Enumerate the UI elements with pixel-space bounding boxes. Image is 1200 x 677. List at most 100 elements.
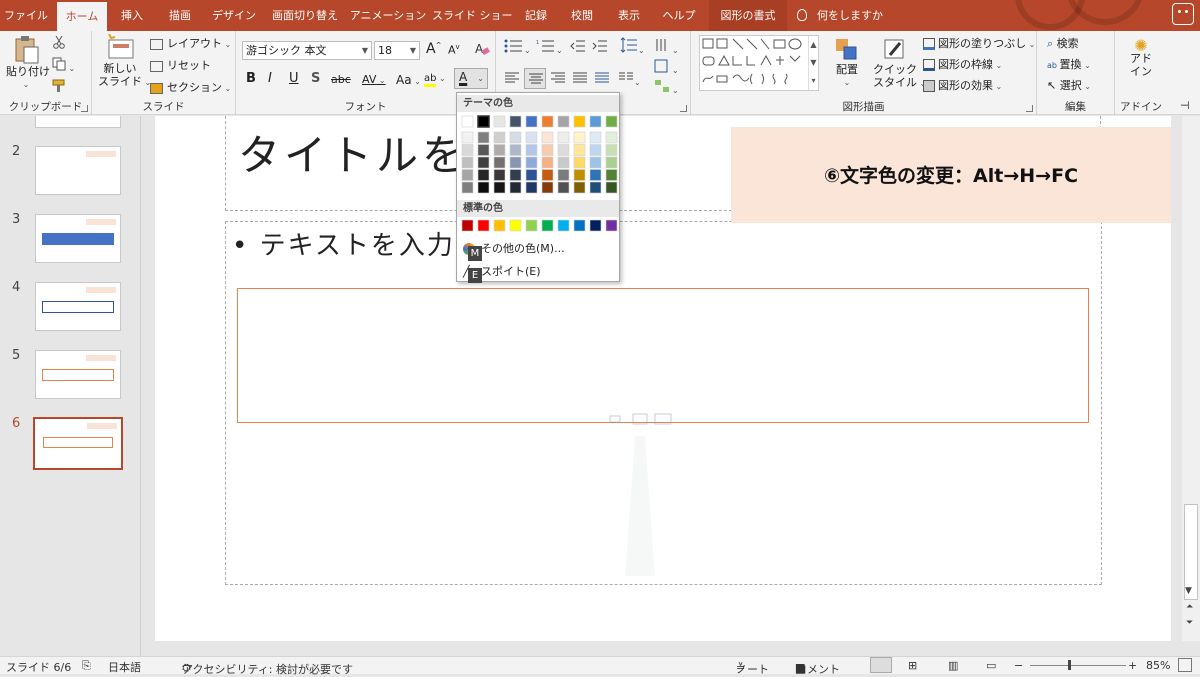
copy-icon[interactable]: ⌄ [52,57,75,74]
theme-shade-swatch[interactable] [557,181,570,194]
standard-color-swatch[interactable] [493,219,506,232]
zoom-out-button[interactable]: − [1014,659,1023,672]
shrink-font-button[interactable]: Av [448,43,460,57]
theme-shade-swatch[interactable] [589,181,602,194]
spellcheck-icon[interactable]: ⎘ [82,659,91,673]
theme-color-swatch[interactable] [589,115,602,128]
drawing-launcher[interactable] [1026,105,1033,112]
shape-outline-button[interactable]: 図形の枠線 ⌄ [923,56,1002,72]
tell-me-box[interactable]: 何をしますか [797,0,883,31]
clear-formatting-icon[interactable]: A [474,41,490,60]
paragraph-launcher[interactable] [680,105,687,112]
slide-thumbnail-1[interactable] [35,116,121,128]
theme-shade-swatch[interactable] [605,181,618,194]
zoom-in-button[interactable]: + [1128,659,1137,672]
new-slide-button[interactable]: 新しい スライド ⌄ [98,34,151,89]
tab-transitions[interactable]: 画面切り替え [266,0,344,31]
slide-thumbnail-3[interactable] [35,214,121,263]
bold-button[interactable]: B [246,71,256,86]
cut-icon[interactable] [52,35,66,52]
shape-effects-button[interactable]: 図形の効果 ⌄ [923,77,1002,93]
tab-design[interactable]: デザイン [205,0,263,31]
arrange-button[interactable]: 配置 ⌄ [829,37,865,89]
format-painter-icon[interactable] [52,79,66,96]
reset-button[interactable]: リセット [150,57,211,73]
theme-shade-swatch[interactable] [605,156,618,169]
section-button[interactable]: セクション ⌄ [150,79,231,95]
addins-button[interactable]: ✺ アド イン [1123,38,1159,79]
standard-color-swatch[interactable] [541,219,554,232]
theme-color-swatch[interactable] [573,115,586,128]
gallery-scroll[interactable]: ▲ ▼ ▾ [808,36,818,90]
theme-color-swatch[interactable] [557,115,570,128]
theme-shade-swatch[interactable] [573,181,586,194]
theme-shade-swatch[interactable] [493,131,506,144]
theme-shade-swatch[interactable] [509,131,522,144]
tab-view[interactable]: 表示 [607,0,651,31]
font-size-select[interactable]: 18 ▼ [374,41,420,60]
font-name-select[interactable]: 游ゴシック 本文 ▼ [242,41,372,60]
tab-file[interactable]: ファイル [0,0,52,31]
smiley-feedback-icon[interactable] [1172,3,1194,25]
theme-shade-swatch[interactable] [477,156,490,169]
align-left-icon[interactable] [504,71,520,88]
slide-sorter-icon[interactable]: ⊞ [908,659,917,672]
theme-shade-swatch[interactable] [477,144,490,156]
theme-shade-swatch[interactable] [477,131,490,144]
theme-shade-swatch[interactable] [461,156,474,169]
theme-shade-swatch[interactable] [573,144,586,156]
distributed-icon[interactable] [594,71,610,88]
select-button[interactable]: ↖ 選択 ⌄ [1047,77,1091,93]
theme-shade-swatch[interactable] [589,144,602,156]
line-spacing-icon[interactable]: ⌄ [620,37,645,56]
standard-color-swatch[interactable] [605,219,618,232]
slide-thumbnail-6[interactable] [33,417,123,470]
smartart-icon[interactable]: ⌄ [654,79,679,96]
theme-color-swatch[interactable] [525,115,538,128]
theme-shade-swatch[interactable] [589,169,602,181]
theme-shade-swatch[interactable] [461,144,474,156]
theme-shade-swatch[interactable] [509,144,522,156]
theme-shade-swatch[interactable] [461,181,474,194]
standard-color-swatch[interactable] [477,219,490,232]
theme-shade-swatch[interactable] [541,131,554,144]
standard-color-swatch[interactable] [509,219,522,232]
theme-shade-swatch[interactable] [509,181,522,194]
theme-shade-swatch[interactable] [557,144,570,156]
theme-shade-swatch[interactable] [525,156,538,169]
tab-help[interactable]: ヘルプ [654,0,704,31]
underline-button[interactable]: U [289,71,299,86]
theme-shade-swatch[interactable] [557,169,570,181]
shape-fill-button[interactable]: 図形の塗りつぶし ⌄ [923,35,1035,51]
align-text-icon[interactable]: ⌄ [654,59,679,76]
replace-button[interactable]: ab 置換 ⌄ [1047,56,1091,72]
theme-shade-swatch[interactable] [493,169,506,181]
strikethrough-button[interactable]: abc [331,73,351,86]
bullets-icon[interactable]: ⌄ [504,39,531,56]
tab-record[interactable]: 記録 [515,0,557,31]
selected-rectangle-shape[interactable] [237,288,1089,423]
zoom-level[interactable]: 85% [1146,659,1170,672]
slide-thumbnail-5[interactable] [35,350,121,399]
theme-shade-swatch[interactable] [573,169,586,181]
quick-style-button[interactable]: クイック スタイル ⌄ [873,37,926,90]
increase-indent-icon[interactable] [592,39,608,56]
align-right-icon[interactable] [550,71,566,88]
char-spacing-button[interactable]: AV ⌄ [362,73,386,86]
theme-shade-swatch[interactable] [493,181,506,194]
theme-shade-swatch[interactable] [461,169,474,181]
tab-home[interactable]: ホーム [57,2,107,31]
theme-shade-swatch[interactable] [541,144,554,156]
theme-shade-swatch[interactable] [525,131,538,144]
tab-review[interactable]: 校閲 [560,0,604,31]
theme-shade-swatch[interactable] [557,156,570,169]
slide-thumbnail-2[interactable] [35,146,121,195]
theme-shade-swatch[interactable] [477,181,490,194]
tab-animations[interactable]: アニメーション [347,0,429,31]
theme-shade-swatch[interactable] [541,156,554,169]
tab-slideshow[interactable]: スライド ショー [432,0,513,31]
tab-draw[interactable]: 描画 [158,0,202,31]
pin-ribbon-icon[interactable]: ⊣ [1180,99,1190,112]
font-color-button[interactable]: A ⌄ [454,68,488,89]
theme-shade-swatch[interactable] [605,144,618,156]
